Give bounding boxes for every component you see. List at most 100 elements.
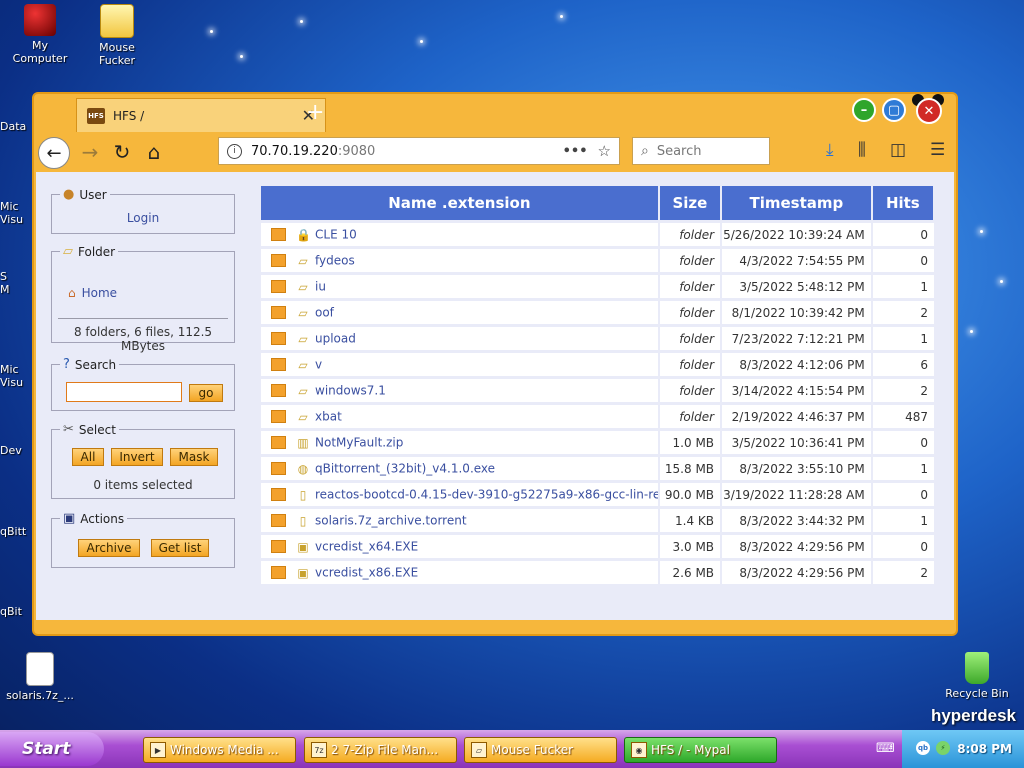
desktop-icon-label-partial[interactable]: Data (0, 120, 26, 133)
file-link[interactable]: v (315, 358, 322, 372)
table-row[interactable]: ▱ windows7.1 folder 3/14/2022 4:15:54 PM 2 (261, 376, 934, 404)
table-row[interactable]: ▱ iu folder 3/5/2022 5:48:12 PM 1 (261, 272, 934, 300)
desktop-icon-label-partial[interactable]: Mic (0, 200, 19, 213)
task-windows-media[interactable]: ▶ Windows Media ... (143, 737, 296, 763)
table-row[interactable]: ◍ qBittorrent_(32bit)_v4.1.0.exe 15.8 MB 8/… (261, 454, 934, 482)
column-header-size[interactable]: Size (658, 186, 723, 222)
cell-name: ▱ iu (261, 272, 659, 300)
cell-hits: 487 (870, 402, 934, 430)
qbittorrent-tray-icon[interactable]: qb (916, 741, 930, 755)
file-link[interactable]: reactos-bootcd-0.4.15-dev-3910-g52275a9-… (315, 488, 659, 502)
row-select-checkbox[interactable] (271, 306, 286, 320)
search-bar[interactable]: ⌕ Search (632, 137, 770, 165)
reload-button[interactable]: ↻ (110, 137, 134, 167)
tab-hfs[interactable]: HFS HFS / ✕ (76, 98, 326, 132)
table-row[interactable]: ▣ vcredist_x86.EXE 2.6 MB 8/3/2022 4:29:56 … (261, 558, 934, 584)
file-link[interactable]: NotMyFault.zip (315, 436, 403, 450)
invert-selection-button[interactable]: Invert (111, 448, 163, 466)
desktop-icon-label-partial[interactable]: Visu (0, 213, 23, 226)
locked-folder-icon: 🔒 (296, 227, 311, 242)
minimize-button[interactable]: – (852, 98, 876, 122)
desktop-icon-recycle-bin[interactable]: Recycle Bin (938, 652, 1016, 700)
new-tab-button[interactable]: + (306, 102, 324, 124)
table-row[interactable]: ▥ NotMyFault.zip 1.0 MB 3/5/2022 10:36:41 P… (261, 428, 934, 456)
archive-button[interactable]: Archive (78, 539, 140, 557)
start-button[interactable]: Start (0, 732, 104, 766)
url-bar[interactable]: i 70.70.19.220 :9080 ••• ☆ (218, 137, 620, 165)
file-link[interactable]: fydeos (315, 254, 355, 268)
row-select-checkbox[interactable] (271, 280, 286, 294)
row-select-checkbox[interactable] (271, 514, 286, 528)
table-row[interactable]: ▣ vcredist_x64.EXE 3.0 MB 8/3/2022 4:29:56 … (261, 532, 934, 560)
row-select-checkbox[interactable] (271, 436, 286, 450)
file-link[interactable]: xbat (315, 410, 342, 424)
desktop-icon-label-partial[interactable]: qBitt (0, 525, 26, 538)
task-mouse-fucker[interactable]: ▱ Mouse Fucker (464, 737, 617, 763)
home-link-row[interactable]: ⌂ Home (68, 286, 117, 300)
get-list-button[interactable]: Get list (151, 539, 209, 557)
task-7zip[interactable]: 7z 2 7-Zip File Man... (304, 737, 457, 763)
file-link[interactable]: CLE 10 (315, 228, 357, 242)
desktop-icon-label-partial[interactable]: Visu (0, 376, 23, 389)
keyboard-tray-icon[interactable]: ⌨ (876, 741, 895, 756)
task-hfs-mypal[interactable]: ◉ HFS / - Mypal (624, 737, 777, 763)
file-link[interactable]: upload (315, 332, 356, 346)
home-link[interactable]: Home (82, 286, 117, 300)
row-select-checkbox[interactable] (271, 462, 286, 476)
desktop-icon-label-partial[interactable]: qBit (0, 605, 22, 618)
info-icon[interactable]: i (227, 143, 242, 159)
row-select-checkbox[interactable] (271, 358, 286, 372)
row-select-checkbox[interactable] (271, 410, 286, 424)
file-link[interactable]: vcredist_x86.EXE (315, 566, 418, 580)
desktop-icon-solaris[interactable]: solaris.7z_... (2, 652, 78, 702)
login-link[interactable]: Login (52, 211, 234, 225)
column-header-timestamp[interactable]: Timestamp (721, 186, 873, 222)
table-row[interactable]: ▯ reactos-bootcd-0.4.15-dev-3910-g52275a9… (261, 480, 934, 508)
row-select-checkbox[interactable] (271, 540, 286, 554)
row-select-checkbox[interactable] (271, 254, 286, 268)
column-header-hits[interactable]: Hits (871, 186, 936, 222)
menu-icon[interactable]: ☰ (930, 140, 945, 160)
desktop-icon-label-partial[interactable]: Mic (0, 363, 19, 376)
back-button[interactable]: ← (38, 137, 70, 169)
file-link[interactable]: qBittorrent_(32bit)_v4.1.0.exe (315, 462, 495, 476)
home-button[interactable]: ⌂ (142, 137, 166, 167)
go-button[interactable]: go (189, 384, 223, 402)
column-header-name[interactable]: Name .extension (261, 186, 660, 222)
desktop-icon-my-computer[interactable]: My Computer (2, 4, 78, 65)
clock[interactable]: 8:08 PM (957, 742, 1012, 756)
desktop-icon-label-partial[interactable]: S (0, 270, 7, 283)
table-row[interactable]: ▱ fydeos folder 4/3/2022 7:54:55 PM 0 (261, 246, 934, 274)
mask-button[interactable]: Mask (170, 448, 218, 466)
file-link[interactable]: vcredist_x64.EXE (315, 540, 418, 554)
downloads-icon[interactable]: ⤓ (826, 140, 834, 160)
row-select-checkbox[interactable] (271, 228, 286, 242)
table-row[interactable]: ▱ v folder 8/3/2022 4:12:06 PM 6 (261, 350, 934, 378)
row-select-checkbox[interactable] (271, 566, 286, 580)
bookmark-star-icon[interactable]: ☆ (598, 142, 611, 160)
table-row[interactable]: ▱ oof folder 8/1/2022 10:39:42 PM 2 (261, 298, 934, 326)
file-link[interactable]: windows7.1 (315, 384, 386, 398)
search-input[interactable] (66, 382, 182, 402)
table-row[interactable]: 🔒 CLE 10 folder 5/26/2022 10:39:24 AM 0 (261, 220, 934, 248)
maximize-button[interactable]: ▢ (882, 98, 906, 122)
network-tray-icon[interactable]: ⚡ (936, 741, 950, 755)
row-select-checkbox[interactable] (271, 332, 286, 346)
select-all-button[interactable]: All (72, 448, 104, 466)
table-row[interactable]: ▱ xbat folder 2/19/2022 4:46:37 PM 487 (261, 402, 934, 430)
file-link[interactable]: solaris.7z_archive.torrent (315, 514, 467, 528)
desktop-icon-mouse-fucker[interactable]: Mouse Fucker (79, 4, 155, 67)
row-select-checkbox[interactable] (271, 488, 286, 502)
sidebar-toggle-icon[interactable]: ◫ (890, 140, 906, 160)
file-link[interactable]: oof (315, 306, 334, 320)
library-icon[interactable]: ⫼ (858, 140, 866, 160)
file-link[interactable]: iu (315, 280, 326, 294)
close-window-button[interactable]: ✕ (916, 98, 942, 124)
table-row[interactable]: ▯ solaris.7z_archive.torrent 1.4 KB 8/3/202… (261, 506, 934, 534)
table-row[interactable]: ▱ upload folder 7/23/2022 7:12:21 PM 1 (261, 324, 934, 352)
desktop-icon-label-partial[interactable]: Dev (0, 444, 22, 457)
row-select-checkbox[interactable] (271, 384, 286, 398)
page-actions-icon[interactable]: ••• (563, 144, 588, 159)
desktop-icon-label-partial[interactable]: M (0, 283, 10, 296)
forward-button[interactable]: → (78, 137, 102, 167)
